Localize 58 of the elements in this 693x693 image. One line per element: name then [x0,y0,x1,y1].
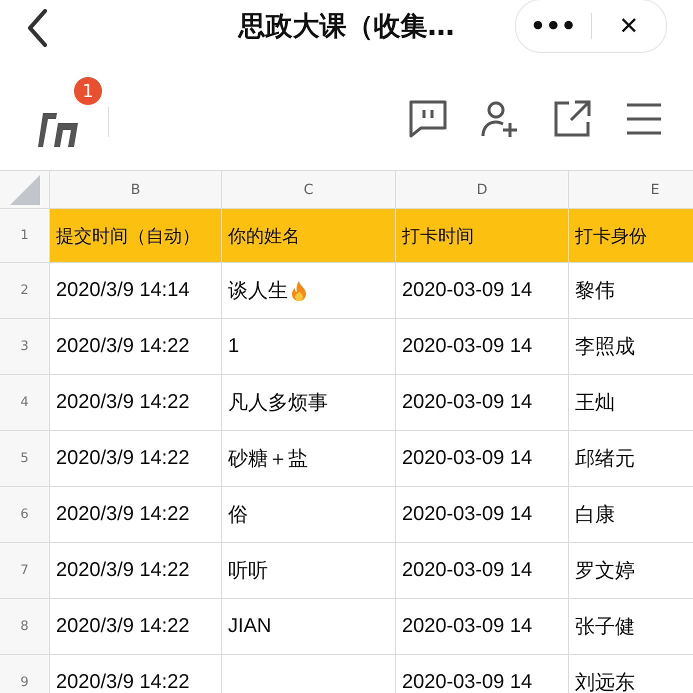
cell-text: 提交时间（自动） [56,224,200,248]
row-number[interactable]: 5 [0,431,50,487]
row-number[interactable]: 1 [0,209,50,263]
cell-text: 2020/3/9 14:22 [56,559,190,582]
row-number[interactable]: 8 [0,599,50,655]
back-icon[interactable] [26,8,48,48]
row-number[interactable]: 3 [0,319,50,375]
cell-text: 凡人多烦事 [228,391,328,416]
row-number[interactable]: 7 [0,543,50,599]
more-button[interactable]: ••• [516,0,590,52]
cell-text: 1 [228,335,240,358]
cell-text: 打卡身份 [575,224,647,248]
cell-text: 2020/3/9 14:22 [56,335,190,358]
cell-text: 2020-03-09 14 [402,671,532,693]
comment-icon[interactable] [409,100,447,138]
cell-text: 你的姓名 [228,224,300,248]
logo-icon[interactable] [38,111,78,147]
cell-text: 2020-03-09 14 [402,391,532,414]
cell-text: 2020/3/9 14:22 [56,447,190,470]
column-header[interactable]: E [569,171,693,209]
cell-text: 2020/3/9 14:22 [56,671,190,693]
cell-text: 2020/3/9 14:22 [56,391,190,414]
cell-text: 2020-03-09 14 [402,447,532,470]
column-header[interactable]: C [222,171,396,209]
cell-text: 砂糖＋盐 [228,447,308,472]
cell-text: 2020-03-09 14 [402,279,532,302]
column-header[interactable]: D [396,171,569,209]
cell-text: 2020-03-09 14 [402,559,532,582]
cell-text: JIAN [228,615,272,638]
cell-text: 张子健 [575,615,635,640]
cell-text: 罗文婷 [575,559,635,584]
cell-text: 黎伟 [575,279,615,304]
cell-text: 2020-03-09 14 [402,615,532,638]
add-user-icon[interactable] [481,100,519,138]
row-number[interactable]: 2 [0,263,50,319]
cell-text: 邱绪元 [575,447,635,472]
cell-text: 2020/3/9 14:22 [56,615,190,638]
cell-text: 2020/3/9 14:22 [56,503,190,526]
cell-text: 谈人生 [228,279,288,304]
cell-text: 王灿 [575,391,615,416]
notification-badge: 1 [74,77,102,105]
page-title: 思政大课（收集… [238,11,454,42]
cell-text: 白康 [575,503,615,528]
close-button[interactable]: ✕ [592,0,666,52]
column-header[interactable]: B [50,171,222,209]
cell-text: 刘远东 [575,671,635,693]
cell-text: 2020-03-09 14 [402,335,532,358]
row-number[interactable]: 4 [0,375,50,431]
row-number[interactable]: 9 [0,655,50,693]
share-icon[interactable] [553,100,591,138]
cell-text: 俗 [228,503,248,528]
row-number[interactable]: 6 [0,487,50,543]
cell-text: 2020/3/9 14:14 [56,279,190,302]
cell-text: 李照成 [575,335,635,360]
cell-text: 2020-03-09 14 [402,503,532,526]
cell-text: 听听 [228,559,268,584]
flame-icon [290,280,308,302]
cell-text: 打卡时间 [402,224,474,248]
